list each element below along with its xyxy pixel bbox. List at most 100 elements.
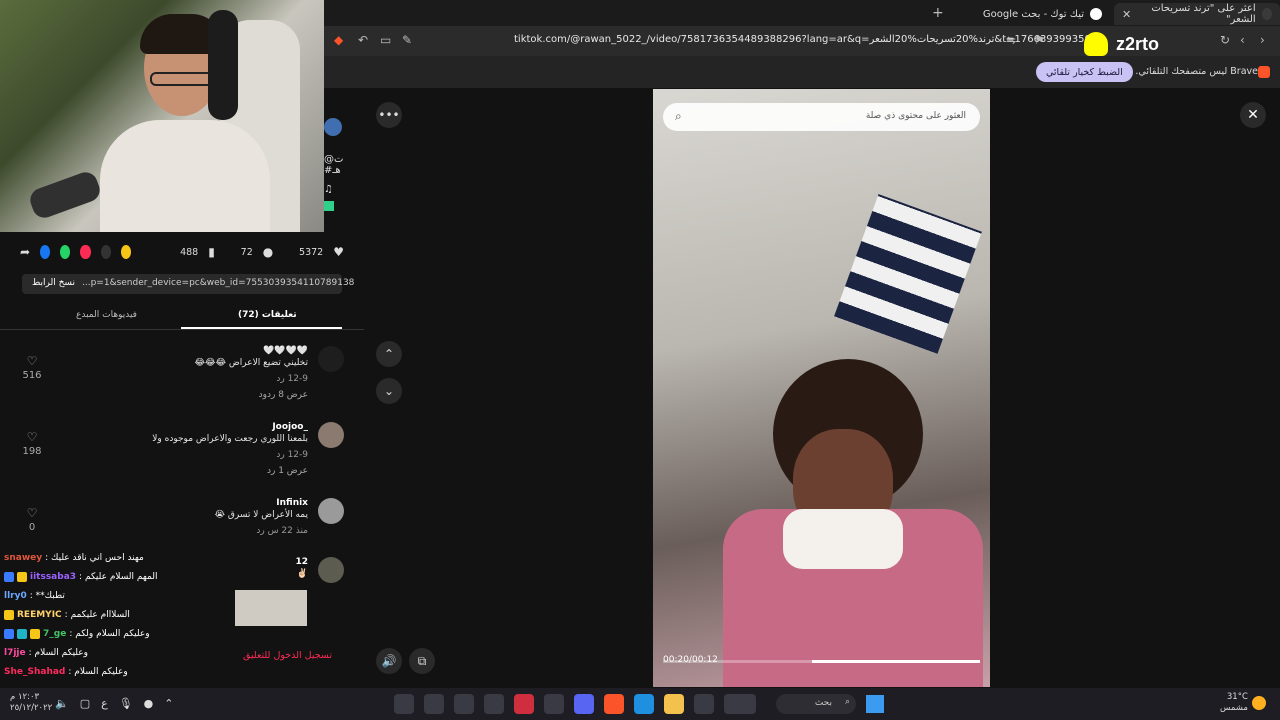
like-count: 5372 [299,246,324,258]
default-browser-infobar: Brave ليس متصفحك التلقائي. الضبط كخيار ت… [324,56,1280,88]
comment-like[interactable]: ♡ 516 [22,354,42,381]
chat-badge-icon [4,609,14,620]
login-to-comment-link[interactable]: تسجيل الدخول للتعليق [243,650,332,661]
share-icon[interactable]: ⇋ [1006,33,1016,47]
back-icon[interactable]: › [1260,33,1265,47]
weather-widget[interactable]: 31°C مشمس [1220,692,1248,714]
chat-line: REEMYIC : السلااام عليكمم [4,605,304,624]
search-icon: ⌕ [844,697,850,707]
comment-like[interactable]: ♡ 0 [22,506,42,533]
discord-app-icon[interactable] [574,694,594,714]
bookmark-save-icon[interactable]: ▮ [208,245,215,259]
microphone [26,168,104,222]
save-count: 488 [180,246,199,258]
video-subject-collar [783,509,903,569]
speaker-icon[interactable]: 🔈 [55,697,69,710]
tray-expand-icon[interactable]: ⌃ [164,697,173,710]
view-replies-link[interactable]: عرض 8 ردود [259,390,308,400]
chat-line: snawey : مهند احس اني ناقد عليك [4,552,144,563]
brave-app-icon[interactable] [604,694,624,714]
heart-outline-icon[interactable]: ♡ [22,354,42,368]
settings-app-icon[interactable] [394,694,414,714]
share-link-text[interactable]: ...p=1&sender_device=pc&web_id=755303935… [82,278,354,288]
brave-logo-icon [1258,66,1270,78]
video-player[interactable]: ⌕ العثور على محتوى ذي صلة 00:20/00:12 [653,89,990,687]
tab-creator-videos[interactable]: فيديوهات المبدع [76,310,137,320]
close-icon[interactable]: ✕ [1240,102,1266,128]
steam-app-icon[interactable] [454,694,474,714]
related-search-box[interactable]: ⌕ العثور على محتوى ذي صلة [663,103,980,131]
send-to-friend-icon[interactable] [80,245,91,259]
heart-icon[interactable]: ♥ [333,245,344,259]
language-indicator[interactable]: ع [101,697,108,710]
wallpaper-app-icon[interactable] [724,694,756,714]
repost-icon[interactable] [120,245,131,259]
video-progress-bar[interactable] [663,660,980,663]
volume-icon[interactable]: 🔊 [376,648,402,674]
view-replies-link[interactable]: عرض 1 رد [267,466,308,476]
file-explorer-icon[interactable] [664,694,684,714]
microphone-icon[interactable]: 🎙 [119,697,133,710]
reload-icon[interactable]: ↻ [1220,33,1230,47]
comment-bubble-icon[interactable]: ● [263,245,273,259]
set-default-button[interactable]: الضبط كخيار تلقائي [1036,62,1133,82]
window-app-icon[interactable] [694,694,714,714]
previous-video-button[interactable]: ⌃ [376,341,402,367]
undo-icon[interactable]: ↶ [358,33,368,47]
new-tab-icon[interactable]: + [932,5,944,21]
copy-link-button[interactable]: نسخ الرابط [32,278,75,288]
forward-icon[interactable]: ‹ [1240,33,1245,47]
floating-player-icon[interactable]: ⧉ [409,648,435,674]
divider [0,329,364,330]
snapchat-username: z2rto [1116,33,1160,54]
chat-badge-icon [4,571,14,582]
video-progress-fill [811,660,980,663]
music-note-icon: ♫ [324,184,333,195]
close-tab-icon[interactable]: ✕ [1122,8,1131,21]
stream-app-icon[interactable] [514,694,534,714]
comment-avatar[interactable] [318,498,344,524]
share-arrow-icon[interactable]: ➦ [20,245,30,259]
network-icon[interactable]: ▢ [80,697,90,710]
chat-badge-icon [17,628,27,639]
taskbar-search[interactable]: بحث ⌕ [776,694,856,714]
login-to-comment-bar: تسجيل الدخول للتعليق [0,640,344,672]
chat-line: llry0 : **تطبك [4,590,65,601]
steam2-app-icon[interactable] [484,694,504,714]
whatsapp-icon[interactable] [60,245,71,259]
tab-comments[interactable]: (72) تعليقات [238,310,297,320]
chat-badge-icon [30,628,40,639]
edit-icon[interactable]: ✎ [402,33,412,47]
screen-icon[interactable]: ▭ [380,33,391,47]
comment-like[interactable]: ♡ 198 [22,430,42,457]
record-icon[interactable]: ● [144,697,154,710]
obs-app-icon[interactable] [424,694,444,714]
heart-outline-icon[interactable]: ♡ [22,430,42,444]
striped-bag [834,194,982,354]
infobar-text: Brave ليس متصفحك التلقائي. [1135,66,1258,77]
edge-app-icon[interactable] [634,694,654,714]
sticker-icon [324,201,334,211]
heart-outline-icon[interactable]: ♡ [22,506,42,520]
snapchat-overlay: z2rto [1084,32,1159,56]
taskbar-clock[interactable]: ١٢:٠٣ م ٢٥/١٢/٢٠٢٢ [10,692,52,714]
comment-avatar[interactable] [318,557,344,583]
next-video-button[interactable]: ⌄ [376,378,402,404]
bookmark-icon[interactable]: ⚑ [1034,33,1045,47]
webcam-overlay [0,0,324,232]
windows-taskbar: ١٢:٠٣ م ٢٥/١٢/٢٠٢٢ 🔈 ▢ ع 🎙 ● ⌃ بحث ⌕ 31°… [0,688,1280,720]
chat-line: iitssaba3 : المهم السلام عليكم [4,567,304,586]
comment-avatar[interactable] [318,422,344,448]
windows-start-icon[interactable] [866,695,884,713]
facebook-icon[interactable] [40,245,51,259]
game-app-icon[interactable] [544,694,564,714]
more-options-icon[interactable]: ••• [376,102,402,128]
tab-tiktok[interactable]: اعثر على "ترند تسريحات الشعر" ✕ [1114,3,1280,25]
comment-avatar[interactable] [318,346,344,372]
creator-avatar[interactable] [324,118,342,136]
tab-google-search[interactable]: تيك توك - بحث Google [960,3,1110,25]
embed-icon[interactable] [100,245,111,259]
brave-shield-icon[interactable]: ◆ [334,33,343,47]
google-favicon-icon [1090,8,1102,20]
search-icon: ⌕ [675,109,682,123]
